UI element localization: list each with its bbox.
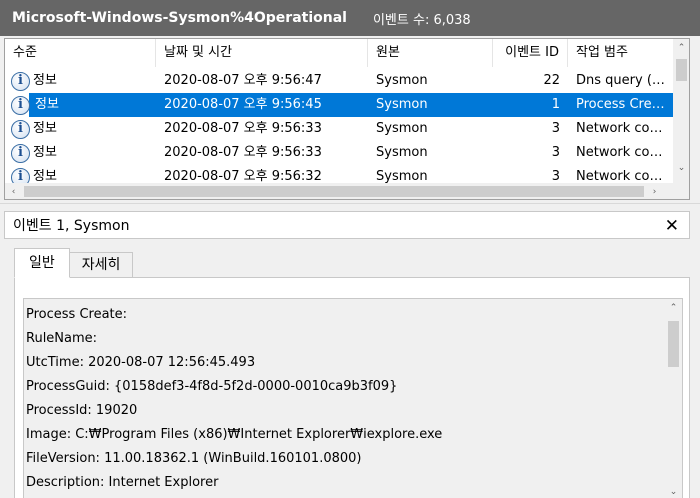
description-line: UtcTime: 2020-08-07 12:56:45.493 [26,355,256,370]
pane-splitter[interactable] [0,203,700,210]
description-line: RuleName: [26,331,98,346]
detail-tabs: 일반 자세히 [14,248,134,278]
scroll-up-arrow-icon[interactable]: ⌃ [673,39,689,56]
info-icon: i [11,143,30,163]
event-id-cell: 1 [493,93,568,117]
table-row[interactable]: i 정보 2020-08-07 오후 9:56:32 Sysmon 3 Netwo… [5,165,673,183]
level-cell: i 정보 [5,141,156,165]
tab-general[interactable]: 일반 [14,248,70,278]
level-text: 정보 [33,169,57,183]
event-id-cell: 22 [543,73,560,88]
info-icon: i [11,119,30,139]
scroll-up-arrow-icon[interactable]: ⌃ [665,299,682,316]
list-horizontal-scrollbar[interactable]: ‹ › [5,183,673,199]
scroll-down-arrow-icon[interactable]: ⌄ [673,159,689,176]
event-description-box[interactable]: Process Create: RuleName: UtcTime: 2020-… [23,298,683,498]
list-vertical-scrollbar[interactable]: ⌃ ⌄ [673,39,689,183]
column-header-level[interactable]: 수준 [5,39,156,67]
general-tab-panel: Process Create: RuleName: UtcTime: 2020-… [14,277,690,498]
category-cell: Network co… [576,121,663,136]
info-icon: i [11,71,30,91]
log-name: Microsoft-Windows-Sysmon%4Operational [12,10,347,26]
datetime-cell: 2020-08-07 오후 9:56:45 [156,93,368,117]
event-detail-title: 이벤트 1, Sysmon [13,218,130,234]
detail-vertical-scrollbar[interactable]: ⌃ ⌄ [665,299,682,498]
info-icon: i [11,167,30,183]
table-row[interactable]: i 정보 2020-08-07 오후 9:56:47 Sysmon 22 Dns … [5,69,673,93]
column-header-event-id[interactable]: 이벤트 ID [493,39,568,67]
info-icon: i [11,95,30,115]
table-row[interactable]: i 정보 2020-08-07 오후 9:56:33 Sysmon 3 Netwo… [5,141,673,165]
scrollbar-corner [673,183,689,199]
datetime-cell: 2020-08-07 오후 9:56:47 [164,73,322,88]
event-description-lines: Process Create: RuleName: UtcTime: 2020-… [26,303,656,495]
scroll-left-arrow-icon[interactable]: ‹ [5,183,22,199]
source-cell: Sysmon [368,93,493,117]
description-line: FileVersion: 11.00.18362.1 (WinBuild.160… [26,451,362,466]
description-line: Process Create: [26,307,128,322]
column-header-category[interactable]: 작업 범주 [568,39,673,67]
column-header-datetime[interactable]: 날짜 및 시간 [156,39,368,67]
datetime-cell: 2020-08-07 오후 9:56:33 [164,121,322,136]
source-cell: Sysmon [376,145,428,160]
close-icon[interactable]: ✕ [665,216,679,236]
level-cell: i 정보 [5,69,156,93]
scroll-down-arrow-icon[interactable]: ⌄ [665,483,682,498]
source-cell: Sysmon [376,121,428,136]
event-id-cell: 3 [551,169,560,183]
level-text: 정보 [33,121,57,136]
category-cell: Process Cre… [568,93,673,117]
event-id-cell: 3 [551,145,560,160]
list-vscroll-thumb[interactable] [676,59,687,81]
datetime-cell: 2020-08-07 오후 9:56:32 [164,169,322,183]
level-text: 정보 [33,73,57,88]
table-row[interactable]: i 정보 2020-08-07 오후 9:56:33 Sysmon 3 Netwo… [5,117,673,141]
level-cell: i 정보 [5,117,156,141]
scroll-right-arrow-icon[interactable]: › [646,183,663,199]
source-cell: Sysmon [376,169,428,183]
description-line: Description: Internet Explorer [26,475,219,490]
category-cell: Dns query (… [576,73,665,88]
event-id-cell: 3 [551,121,560,136]
event-list-header: 수준 날짜 및 시간 원본 이벤트 ID 작업 범주 [5,39,673,67]
tab-details[interactable]: 자세히 [69,252,134,278]
table-row-selected[interactable]: i 정보 2020-08-07 오후 9:56:45 Sysmon 1 Proce… [5,93,673,117]
detail-vscroll-thumb[interactable] [668,321,679,367]
level-cell: i 정보 [5,165,156,183]
category-cell: Network co… [576,169,663,183]
level-text: 정보 [33,94,61,116]
event-detail-header: 이벤트 1, Sysmon ✕ [4,211,690,239]
description-line: Image: C:₩Program Files (x86)₩Internet E… [26,427,443,442]
description-line: ProcessGuid: {0158def3-4f8d-5f2d-0000-00… [26,379,398,394]
source-cell: Sysmon [376,73,428,88]
datetime-cell: 2020-08-07 오후 9:56:33 [164,145,322,160]
list-hscroll-thumb[interactable] [24,186,644,197]
level-cell: i 정보 [5,93,156,117]
category-cell: Network co… [576,145,663,160]
level-text: 정보 [33,145,57,160]
event-count: 이벤트 수: 6,038 [372,12,471,28]
log-title-bar: Microsoft-Windows-Sysmon%4Operational 이벤… [0,0,700,36]
description-line: ProcessId: 19020 [26,403,138,418]
event-list[interactable]: 수준 날짜 및 시간 원본 이벤트 ID 작업 범주 i 정보 2020-08-0… [4,38,690,200]
column-header-source[interactable]: 원본 [368,39,493,67]
event-rows: i 정보 2020-08-07 오후 9:56:47 Sysmon 22 Dns … [5,69,673,183]
